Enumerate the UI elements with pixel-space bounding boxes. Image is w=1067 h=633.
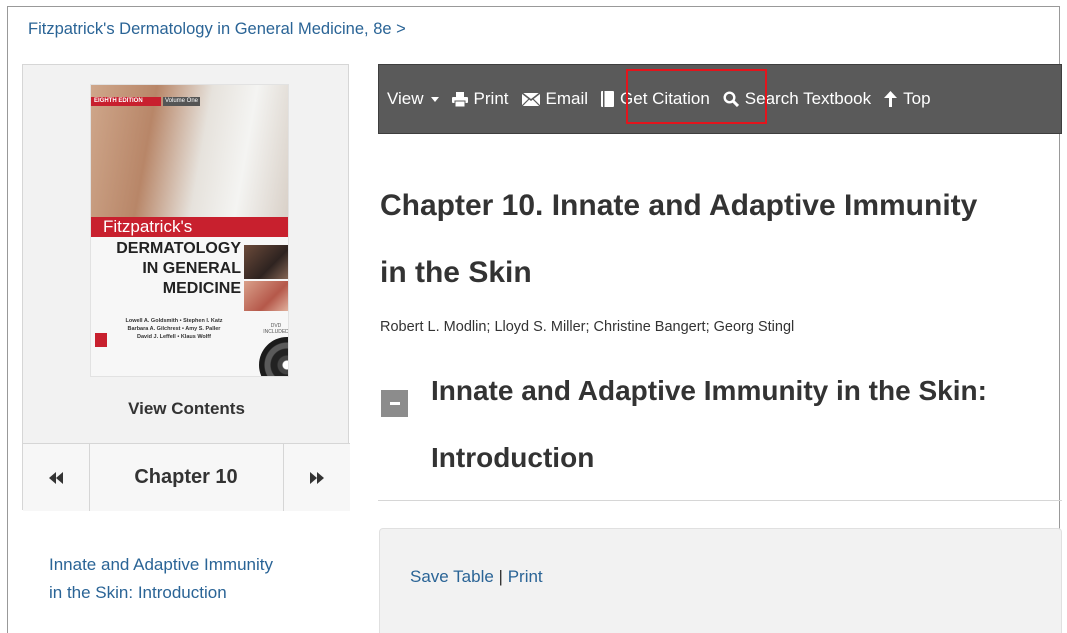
view-dropdown[interactable]: View xyxy=(387,89,439,109)
previous-chapter-button[interactable] xyxy=(23,444,90,511)
book-panel: EIGHTH EDITION Volume One Fitzpatrick's … xyxy=(22,64,350,511)
breadcrumb[interactable]: Fitzpatrick's Dermatology in General Med… xyxy=(28,20,406,39)
caret-down-icon xyxy=(430,96,439,102)
cover-edition-label: EIGHTH EDITION xyxy=(91,97,161,106)
search-icon xyxy=(723,91,739,107)
email-button[interactable]: Email xyxy=(521,89,589,109)
cover-title: DERMATOLOGY IN GENERAL MEDICINE xyxy=(91,239,241,299)
citation-label: Get Citation xyxy=(620,89,710,108)
cover-volume-label: Volume One xyxy=(163,97,201,106)
divider xyxy=(378,500,1062,501)
search-textbook-button[interactable]: Search Textbook xyxy=(723,89,871,109)
publisher-logo-icon xyxy=(95,333,107,347)
view-label: View xyxy=(387,89,424,108)
table-panel: Save Table | Print xyxy=(379,528,1062,633)
email-label: Email xyxy=(545,89,589,108)
book-icon xyxy=(601,91,615,107)
cover-thumbnail xyxy=(244,245,288,279)
envelope-icon xyxy=(521,92,540,106)
chapter-title: Chapter 10. Innate and Adaptive Immunity… xyxy=(380,189,978,289)
get-citation-button[interactable]: Get Citation xyxy=(601,89,710,109)
chapter-authors: Robert L. Modlin; Lloyd S. Miller; Chris… xyxy=(380,319,795,335)
top-label: Top xyxy=(903,89,931,108)
cover-thumbnail xyxy=(244,281,288,311)
cover-series-name: Fitzpatrick's xyxy=(91,217,288,237)
print-icon xyxy=(451,91,468,107)
print-table-link[interactable]: Print xyxy=(508,567,543,586)
minus-icon xyxy=(389,402,400,405)
fast-backward-icon xyxy=(49,471,63,484)
table-actions: Save Table | Print xyxy=(410,567,543,587)
print-button[interactable]: Print xyxy=(451,89,509,109)
current-chapter-label: Chapter 10 xyxy=(134,466,238,488)
cover-author-line: Barbara A. Gilchrest • Amy S. Paller xyxy=(127,326,221,332)
view-contents-link[interactable]: View Contents xyxy=(23,399,350,419)
chapter-nav: Chapter 10 xyxy=(23,443,350,511)
top-button[interactable]: Top xyxy=(884,89,931,109)
toc-item-introduction[interactable]: Innate and Adaptive Immunity in the Skin… xyxy=(49,551,279,607)
cover-author-line: Lowell A. Goldsmith • Stephen I. Katz xyxy=(125,318,223,324)
save-table-link[interactable]: Save Table xyxy=(410,567,494,586)
dvd-icon xyxy=(259,337,288,376)
collapse-section-button[interactable] xyxy=(381,390,408,417)
cover-dvd-label: DVD INCLUDED xyxy=(263,323,289,335)
book-cover-image[interactable]: EIGHTH EDITION Volume One Fitzpatrick's … xyxy=(90,84,289,377)
fast-forward-icon xyxy=(310,471,324,484)
print-label: Print xyxy=(473,89,509,108)
table-actions-separator: | xyxy=(498,567,503,586)
toolbar: View Print Email Get Citation Search Tex… xyxy=(378,64,1062,134)
next-chapter-button[interactable] xyxy=(283,444,350,511)
cover-author-line: David J. Leffell • Klaus Wolff xyxy=(137,334,211,340)
section-title: Innate and Adaptive Immunity in the Skin… xyxy=(431,375,987,473)
cover-title-line: DERMATOLOGY xyxy=(116,240,241,257)
cover-authors: Lowell A. Goldsmith • Stephen I. Katz Ba… xyxy=(99,317,249,341)
cover-title-line: IN GENERAL xyxy=(142,260,241,277)
arrow-up-icon xyxy=(884,91,898,107)
search-label: Search Textbook xyxy=(744,89,872,108)
cover-title-line: MEDICINE xyxy=(162,280,241,297)
